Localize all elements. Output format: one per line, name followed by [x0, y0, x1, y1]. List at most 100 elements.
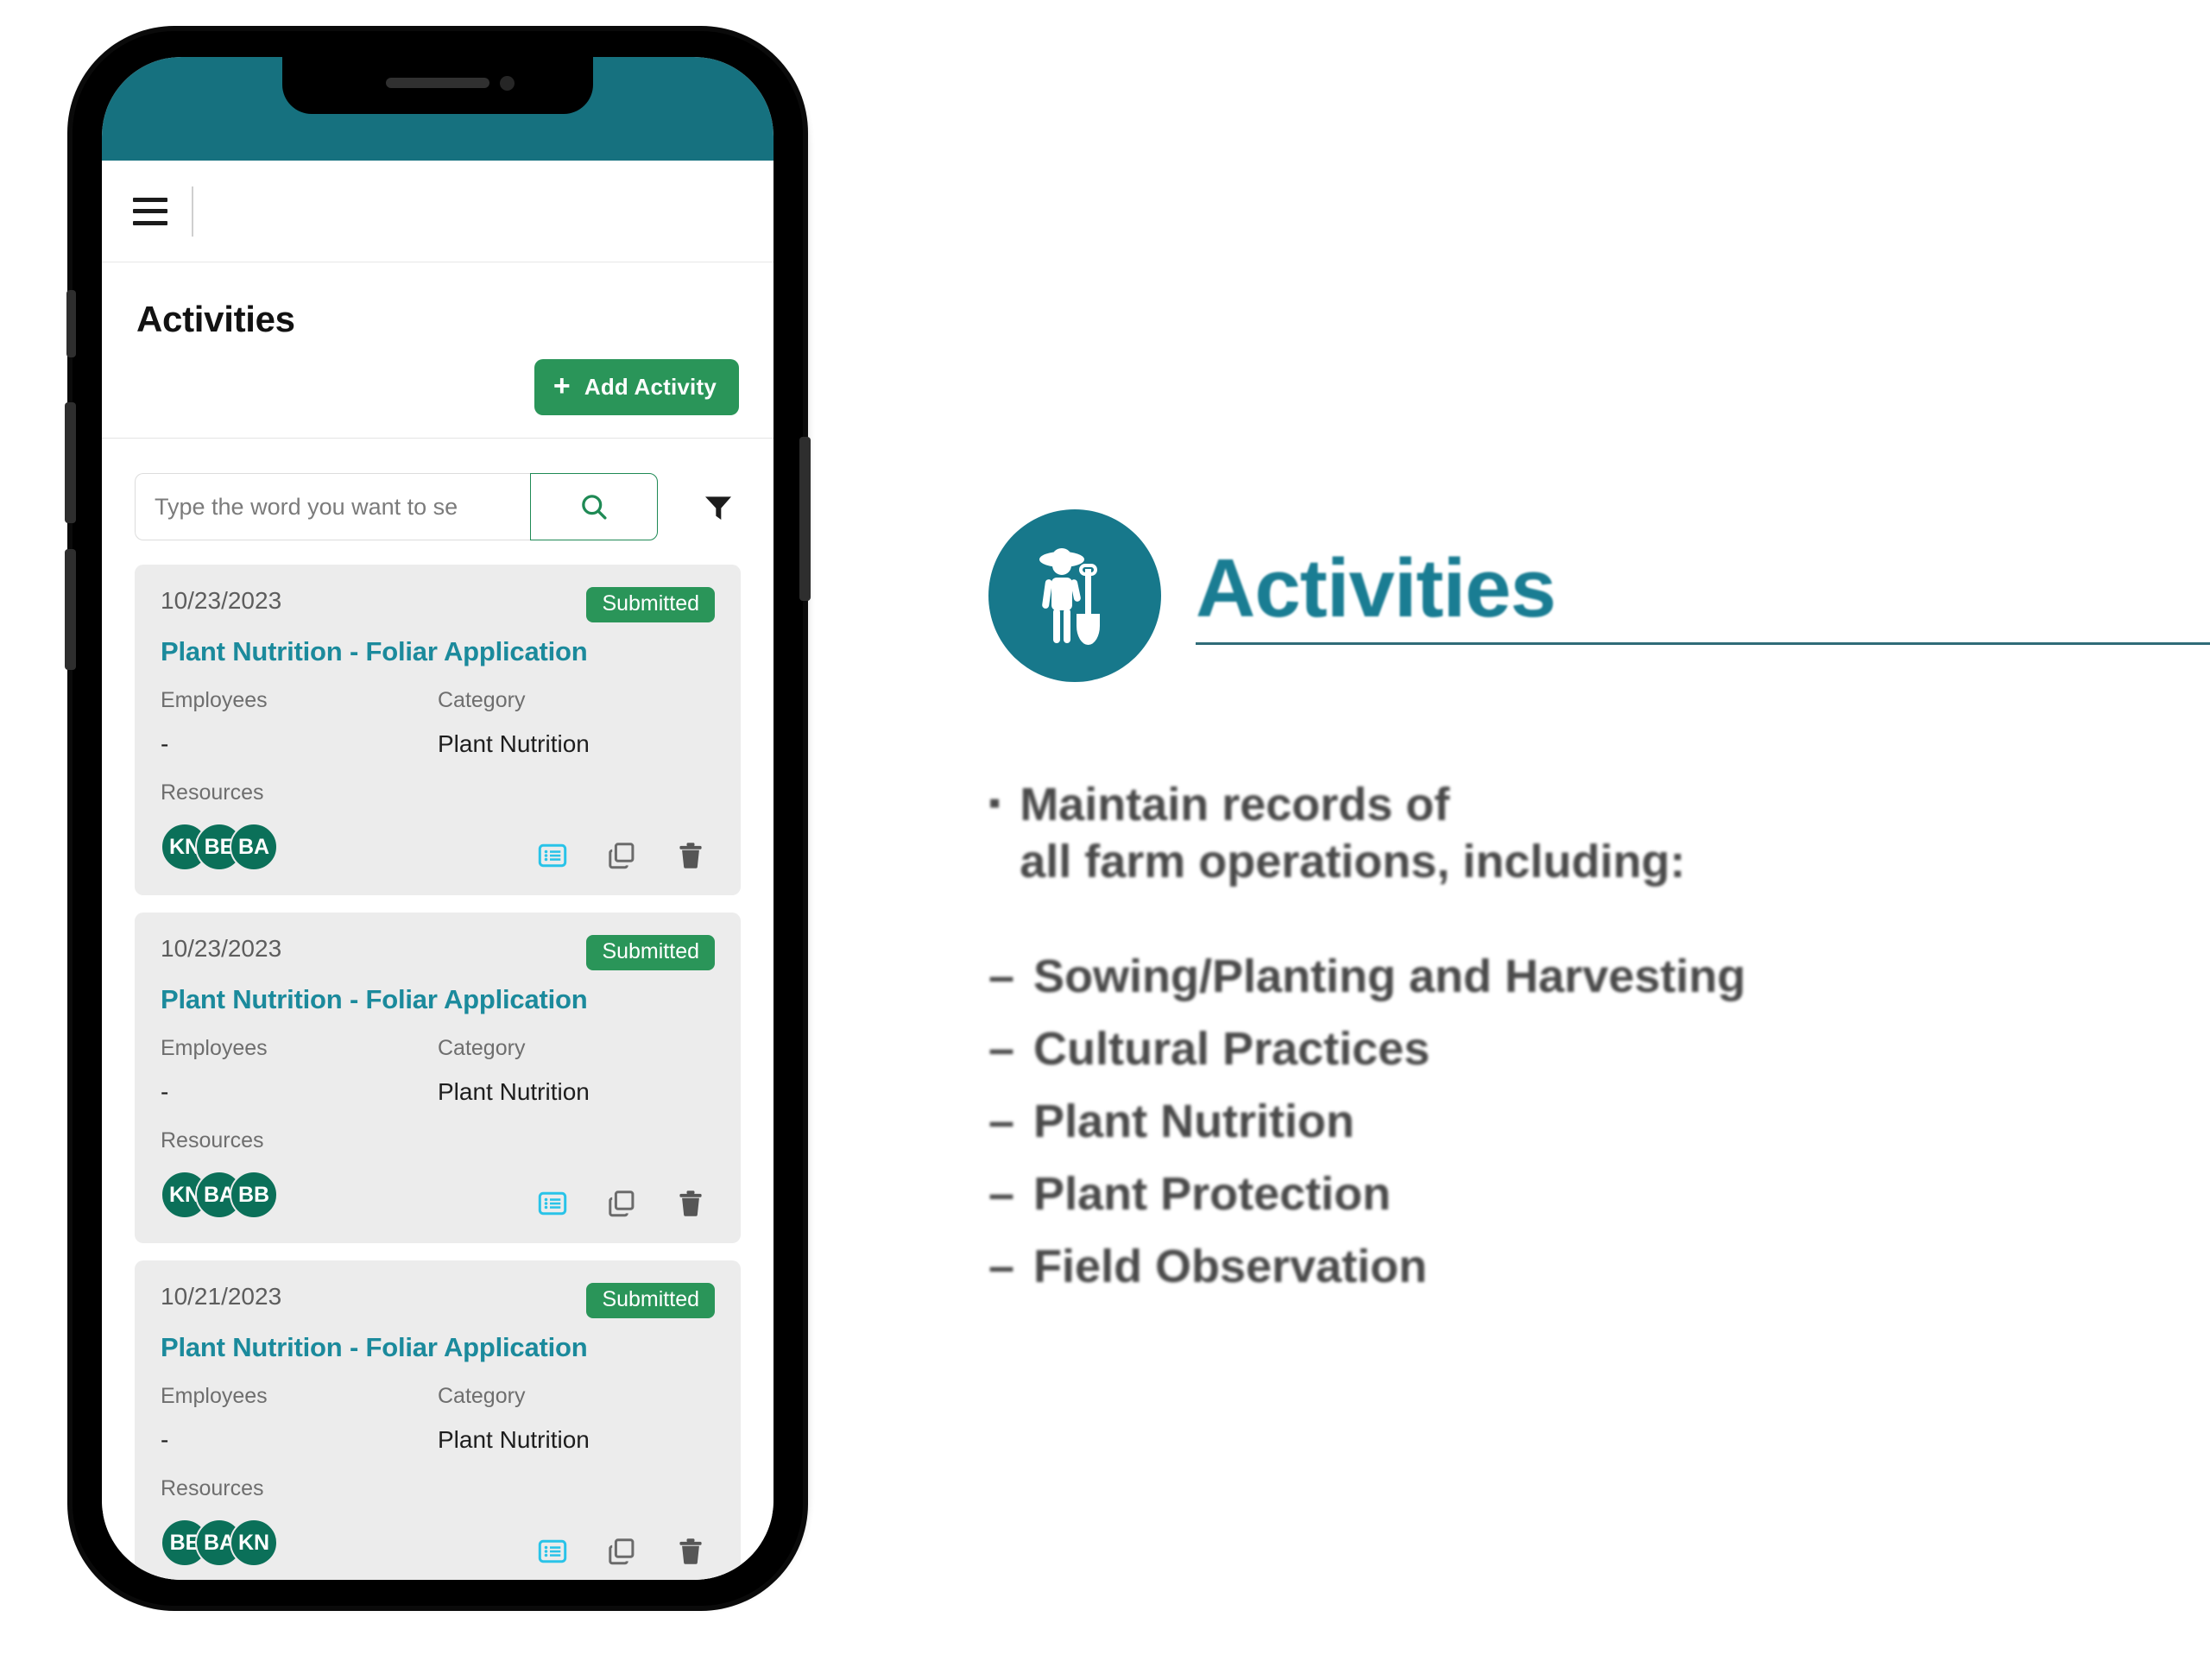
farmer-with-shovel-icon — [988, 509, 1161, 682]
search-row — [102, 439, 774, 565]
card-top-row: 10/23/2023 Submitted — [161, 587, 715, 622]
resources-row: KN BE BA — [161, 823, 715, 871]
power-button[interactable] — [799, 437, 811, 601]
details-list-icon[interactable] — [537, 1536, 568, 1567]
search-field — [135, 473, 658, 540]
page-header: Activities + Add Activity — [102, 262, 774, 439]
filter-button[interactable] — [696, 484, 741, 529]
category-label: Category — [438, 1036, 526, 1060]
info-panel-body: ▪ Maintain records of all farm operation… — [988, 777, 2180, 1290]
info-sublist-item: – Plant Nutrition — [988, 1098, 2180, 1145]
search-button[interactable] — [530, 473, 658, 540]
status-bar — [102, 57, 774, 161]
info-sublist-item: – Plant Protection — [988, 1171, 2180, 1217]
employees-value: - — [161, 1078, 169, 1105]
add-activity-label: Add Activity — [584, 374, 717, 400]
info-panel: Activities ▪ Maintain records of all far… — [988, 509, 2210, 1316]
activity-date: 10/21/2023 — [161, 1283, 282, 1310]
activity-card[interactable]: 10/23/2023 Submitted Plant Nutrition - F… — [135, 913, 741, 1243]
employees-field: Employees - — [161, 688, 438, 758]
details-list-icon[interactable] — [537, 1188, 568, 1219]
dash-icon: – — [988, 1167, 1015, 1220]
phone-body: Activities + Add Activity Type the word … — [65, 31, 811, 1606]
title-underline — [1196, 641, 2210, 645]
card-top-row: 10/23/2023 Submitted — [161, 935, 715, 970]
activity-card[interactable]: 10/21/2023 Submitted Plant Nutrition - F… — [135, 1260, 741, 1580]
appbar-divider — [192, 186, 193, 237]
employees-field: Employees - — [161, 1384, 438, 1454]
filter-funnel-icon — [705, 496, 731, 520]
front-camera — [500, 76, 515, 91]
card-fields: Employees - Category Plant Nutrition — [161, 1036, 715, 1106]
duplicate-icon[interactable] — [606, 840, 637, 871]
volume-up-button[interactable] — [65, 402, 76, 523]
info-sublist-label: Sowing/Planting and Harvesting — [1033, 950, 1746, 1002]
activity-title[interactable]: Plant Nutrition - Foliar Application — [161, 636, 715, 667]
status-badge: Submitted — [586, 1283, 715, 1318]
resources-block: Resources KN BE BA — [161, 780, 715, 871]
card-actions — [537, 1536, 715, 1567]
info-bullet-line1: Maintain records of — [1020, 779, 1450, 831]
card-top-row: 10/21/2023 Submitted — [161, 1283, 715, 1318]
employees-value: - — [161, 1426, 169, 1453]
delete-icon[interactable] — [675, 1536, 706, 1567]
add-activity-button[interactable]: + Add Activity — [534, 359, 739, 415]
resources-label: Resources — [161, 780, 264, 805]
volume-down-button[interactable] — [65, 549, 76, 670]
search-input[interactable] — [135, 473, 530, 540]
category-label: Category — [438, 1384, 526, 1408]
dash-icon: – — [988, 1095, 1015, 1147]
activity-date: 10/23/2023 — [161, 587, 282, 614]
info-sublist-item: – Sowing/Planting and Harvesting — [988, 953, 2180, 1000]
resources-block: Resources BE BA KN — [161, 1476, 715, 1567]
page-title: Activities — [136, 299, 295, 339]
avatar: BA — [230, 823, 278, 871]
category-label: Category — [438, 688, 526, 712]
info-sublist: – Sowing/Planting and Harvesting – Cultu… — [988, 953, 2180, 1290]
info-sublist-label: Plant Protection — [1033, 1167, 1392, 1220]
info-panel-header: Activities — [988, 509, 2210, 682]
resource-avatars: KN BE BA — [161, 823, 278, 871]
hamburger-menu-icon[interactable] — [133, 197, 167, 225]
info-sublist-label: Cultural Practices — [1033, 1022, 1430, 1075]
resources-label: Resources — [161, 1476, 264, 1500]
status-badge: Submitted — [586, 935, 715, 970]
dash-icon: – — [988, 1022, 1015, 1075]
activity-title[interactable]: Plant Nutrition - Foliar Application — [161, 1332, 715, 1363]
employees-label: Employees — [161, 1384, 268, 1408]
card-actions — [537, 1188, 715, 1219]
search-icon — [582, 495, 607, 520]
category-field: Category Plant Nutrition — [438, 1036, 715, 1106]
screenshot-root: Activities + Add Activity Type the word … — [0, 0, 2210, 1680]
avatar: KN — [230, 1519, 278, 1567]
category-value: Plant Nutrition — [438, 1426, 590, 1453]
dash-icon: – — [988, 950, 1015, 1002]
employees-field: Employees - — [161, 1036, 438, 1106]
app-bar — [102, 161, 774, 262]
status-badge: Submitted — [586, 587, 715, 622]
card-fields: Employees - Category Plant Nutrition — [161, 688, 715, 758]
info-panel-title-wrap: Activities — [1196, 546, 2210, 645]
delete-icon[interactable] — [675, 840, 706, 871]
category-field: Category Plant Nutrition — [438, 688, 715, 758]
info-sublist-item: – Cultural Practices — [988, 1026, 2180, 1072]
info-bullet-line2: all farm operations, including: — [1020, 835, 1686, 887]
dash-icon: – — [988, 1240, 1015, 1292]
duplicate-icon[interactable] — [606, 1188, 637, 1219]
header-actions: + Add Activity — [136, 359, 739, 415]
delete-icon[interactable] — [675, 1188, 706, 1219]
activity-list: 10/23/2023 Submitted Plant Nutrition - F… — [102, 565, 774, 1580]
resources-block: Resources KN BA BB — [161, 1128, 715, 1219]
phone-notch — [282, 57, 593, 114]
resources-row: BE BA KN — [161, 1519, 715, 1567]
resources-label: Resources — [161, 1128, 264, 1153]
duplicate-icon[interactable] — [606, 1536, 637, 1567]
info-sublist-item: – Field Observation — [988, 1243, 2180, 1290]
details-list-icon[interactable] — [537, 840, 568, 871]
card-actions — [537, 840, 715, 871]
activity-title[interactable]: Plant Nutrition - Foliar Application — [161, 984, 715, 1015]
resource-avatars: BE BA KN — [161, 1519, 278, 1567]
resources-row: KN BA BB — [161, 1171, 715, 1219]
activity-card[interactable]: 10/23/2023 Submitted Plant Nutrition - F… — [135, 565, 741, 895]
silent-switch-button[interactable] — [66, 290, 76, 357]
